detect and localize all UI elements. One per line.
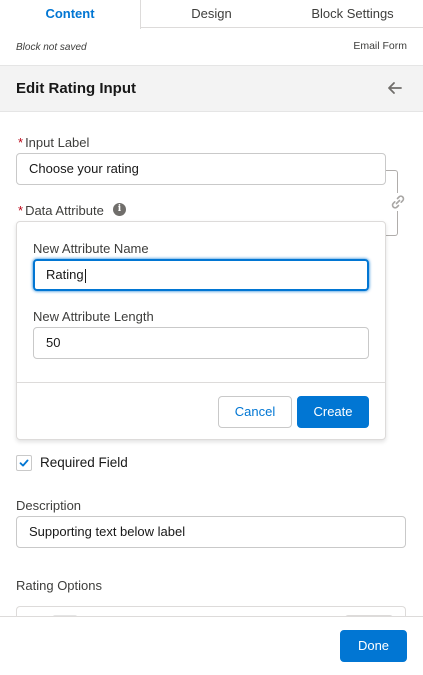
text-caret <box>84 268 86 283</box>
new-attribute-name-label: New Attribute Name <box>33 241 149 256</box>
required-marker: * <box>18 203 24 218</box>
panel-title: Edit Rating Input <box>16 80 136 97</box>
data-attribute-label: * Data Attribute <box>18 203 104 218</box>
required-marker: * <box>18 135 24 150</box>
save-status: Block not saved <box>16 42 87 53</box>
checkmark-icon <box>19 459 29 467</box>
new-attribute-name-input[interactable]: Rating <box>33 259 369 291</box>
done-button[interactable]: Done <box>340 630 407 662</box>
tab-block-settings[interactable]: Block Settings <box>282 0 423 28</box>
new-attribute-name-value: Rating <box>46 267 84 282</box>
data-attribute-text: Data Attribute <box>25 203 104 218</box>
arrow-left-icon[interactable] <box>385 78 405 98</box>
required-field-checkbox[interactable] <box>16 455 32 471</box>
new-attribute-length-label: New Attribute Length <box>33 309 154 324</box>
cancel-button[interactable]: Cancel <box>218 396 292 428</box>
tab-bar: Content Design Block Settings <box>0 0 423 29</box>
panel-header: Edit Rating Input <box>0 65 423 112</box>
new-attribute-popover: New Attribute Name Rating New Attribute … <box>16 221 386 440</box>
tab-design[interactable]: Design <box>141 0 282 28</box>
meta-row: Block not saved Email Form <box>0 40 423 56</box>
tab-content[interactable]: Content <box>0 0 141 29</box>
description-field[interactable]: Supporting text below label <box>16 516 406 548</box>
link-icon[interactable] <box>389 193 407 211</box>
input-label-field[interactable]: Choose your rating <box>16 153 386 185</box>
description-label: Description <box>16 498 82 513</box>
create-button[interactable]: Create <box>297 396 369 428</box>
popover-divider <box>17 382 385 383</box>
required-field-label: Required Field <box>40 455 128 470</box>
input-label-text: Input Label <box>25 135 90 150</box>
info-icon[interactable]: i <box>113 203 126 216</box>
rating-options-label: Rating Options <box>16 578 102 593</box>
form-type: Email Form <box>353 40 407 52</box>
input-label-label: * Input Label <box>18 135 89 150</box>
new-attribute-length-input[interactable]: 50 <box>33 327 369 359</box>
